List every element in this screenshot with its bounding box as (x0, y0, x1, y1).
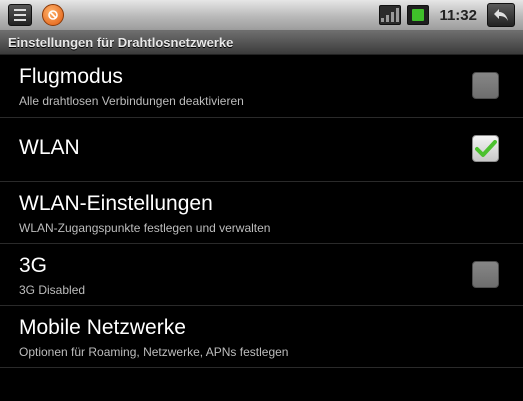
setting-title: 3G (19, 254, 48, 277)
setting-title: WLAN-Einstellungen (19, 192, 213, 215)
clock: 11:32 (439, 6, 477, 24)
settings-list: Flugmodus Alle drahtlosen Verbindungen d… (0, 55, 523, 368)
setting-wlan-einstellungen[interactable]: WLAN-Einstellungen WLAN-Zugangspunkte fe… (0, 182, 523, 244)
setting-title: Flugmodus (19, 65, 123, 88)
status-bar: 11:32 (0, 0, 523, 31)
setting-summary: Alle drahtlosen Verbindungen deaktiviere… (19, 94, 244, 108)
setting-mobile-netzwerke[interactable]: Mobile Netzwerke Optionen für Roaming, N… (0, 306, 523, 368)
3g-checkbox[interactable] (472, 261, 499, 288)
status-bar-left (8, 3, 64, 27)
page-title: Einstellungen für Drahtlosnetzwerke (8, 35, 234, 50)
menu-icon[interactable] (8, 4, 32, 26)
title-bar: Einstellungen für Drahtlosnetzwerke (0, 31, 523, 55)
setting-summary: WLAN-Zugangspunkte festlegen und verwalt… (19, 221, 271, 235)
back-icon[interactable] (487, 3, 515, 27)
checkmark-icon (474, 139, 497, 157)
setting-summary: 3G Disabled (19, 283, 86, 297)
setting-flugmodus[interactable]: Flugmodus Alle drahtlosen Verbindungen d… (0, 55, 523, 118)
setting-summary: Optionen für Roaming, Netzwerke, APNs fe… (19, 345, 289, 359)
battery-icon (407, 5, 430, 25)
setting-3g[interactable]: 3G 3G Disabled (0, 244, 523, 306)
signal-icon (379, 5, 402, 25)
flugmodus-checkbox[interactable] (472, 72, 499, 99)
setting-title: WLAN (19, 136, 80, 159)
wlan-checkbox[interactable] (472, 135, 499, 162)
alert-icon[interactable] (42, 4, 64, 26)
setting-title: Mobile Netzwerke (19, 316, 186, 339)
setting-wlan[interactable]: WLAN (0, 118, 523, 182)
status-bar-right: 11:32 (379, 3, 515, 27)
alert-symbol-icon (48, 10, 58, 20)
back-arrow-icon (494, 9, 508, 21)
